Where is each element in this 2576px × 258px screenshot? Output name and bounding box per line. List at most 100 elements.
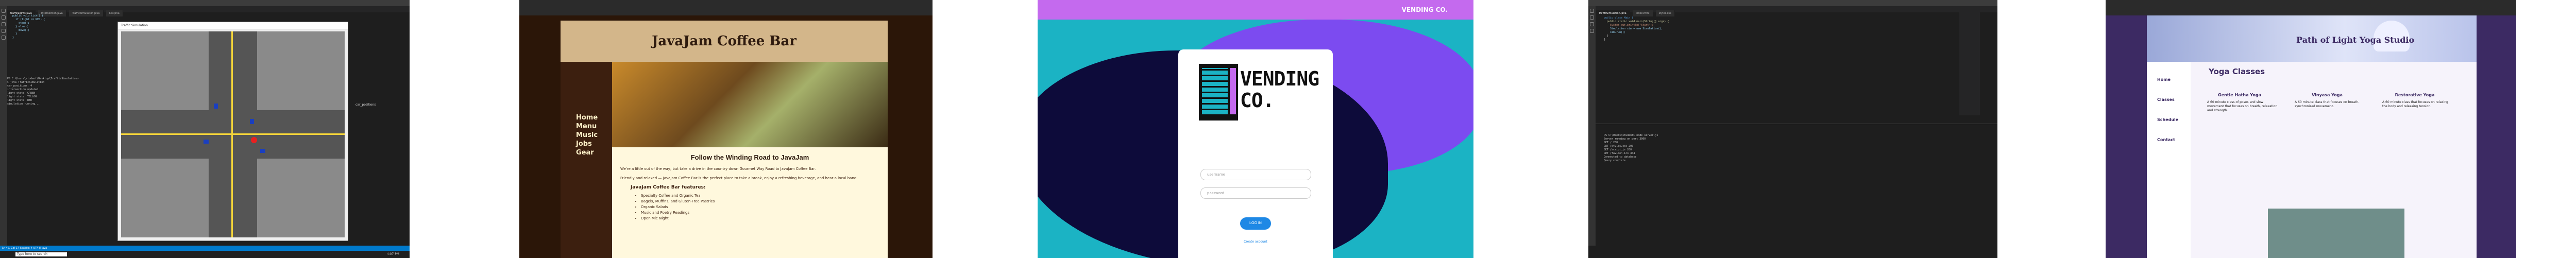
editor-tab[interactable]: index.html <box>1632 10 1653 16</box>
code-line: } <box>1604 35 1609 38</box>
intersection-canvas[interactable] <box>121 31 345 237</box>
extensions-icon[interactable] <box>2 36 6 40</box>
brand-label[interactable]: VENDING CO. <box>1402 6 1448 13</box>
class-column: Gentle Hatha Yoga A 60 minute class of p… <box>2201 93 2278 113</box>
car <box>214 104 218 109</box>
features-heading: JavaJam Coffee Bar features: <box>631 185 706 190</box>
vending-machine-logo <box>1199 64 1238 121</box>
screenshot-stage: trafficLights.java Intersection.java Tra… <box>0 0 2576 258</box>
class-name: Restorative Yoga <box>2395 93 2435 97</box>
car <box>250 119 254 124</box>
nav-link-home[interactable]: Home <box>576 113 612 122</box>
second-paragraph: Friendly and relaxed — JavaJam Coffee Ba… <box>620 176 858 180</box>
class-description: A 60 minute class that focuses on relaxi… <box>2382 100 2448 108</box>
minimap[interactable] <box>1959 12 1980 115</box>
yoga-mat-image <box>2268 209 2404 258</box>
terminal-line: GET / 200 <box>1604 141 1618 144</box>
editor-tabs: trafficLights.java Intersection.java Tra… <box>7 6 410 16</box>
logo-line: CO. <box>1240 89 1275 112</box>
site-nav: Home Classes Schedule Contact <box>2147 62 2191 258</box>
source-control-icon[interactable] <box>1590 22 1594 26</box>
extensions-icon[interactable] <box>1590 29 1594 33</box>
terminal-panel[interactable]: PS C:\Users\student\Desktop\TrafficSimul… <box>7 77 121 242</box>
browser-window-yoga: Path of Light Yoga Studio Home Classes S… <box>2106 0 2516 258</box>
signup-link[interactable]: Create account <box>1178 240 1333 244</box>
nav-link-music[interactable]: Music <box>576 131 612 140</box>
site-title: Path of Light Yoga Studio <box>2296 35 2415 45</box>
code-line: if (light == RED) { <box>9 18 45 21</box>
terminal-line: PS C:\Users\student> node server.js <box>1604 134 1658 137</box>
horizontal-center-line <box>121 133 345 135</box>
taskbar: Type here to search 4:07 PM <box>0 251 410 258</box>
vending-machine-panel <box>1230 68 1236 114</box>
class-name: Vinyasa Yoga <box>2312 93 2343 97</box>
search-icon[interactable] <box>2 15 6 20</box>
debug-icon[interactable] <box>2 29 6 33</box>
terminal-line: simulation running... <box>7 102 40 106</box>
taskbar-search[interactable]: Type here to search <box>15 252 67 256</box>
code-editor[interactable]: public class Main { public static void m… <box>1604 16 1810 42</box>
car <box>204 140 209 144</box>
terminal-line: light state: RED <box>7 99 32 102</box>
class-column: Vinyasa Yoga A 60 minute class that focu… <box>2289 93 2366 109</box>
gap <box>1997 0 2106 258</box>
code-line: public void tick() { <box>9 14 44 18</box>
nav-link-contact[interactable]: Contact <box>2157 137 2191 142</box>
vending-machine-slots <box>1202 68 1228 114</box>
main-content: Yoga Classes Gentle Hatha Yoga A 60 minu… <box>2191 62 2477 258</box>
browser-window-javajam: JavaJam Coffee Bar Home Menu Music Jobs … <box>519 0 933 258</box>
feature-item: Specialty Coffee and Organic Tea <box>641 193 879 199</box>
browser-toolbar <box>2106 0 2516 15</box>
code-editor[interactable]: public void tick() { if (light == RED) {… <box>9 14 112 40</box>
explorer-icon[interactable] <box>2 9 6 13</box>
intro-paragraph: We're a little out of the way, but take … <box>620 167 816 171</box>
terminal-line: GET /styles.css 200 <box>1604 145 1634 148</box>
nav-link-home[interactable]: Home <box>2157 77 2191 82</box>
nav-link-classes[interactable]: Classes <box>2157 97 2191 102</box>
editor-tab[interactable]: styles.css <box>1655 10 1675 16</box>
car <box>260 149 265 153</box>
source-control-icon[interactable] <box>2 22 6 26</box>
traffic-light-icon <box>251 137 257 143</box>
terminal-line: light state: YELLOW <box>7 95 37 98</box>
feature-item: Bagels, Muffins, and Gluten-Free Pastrie… <box>641 199 879 204</box>
terminal-line: intersection updated <box>7 88 39 91</box>
terminal-line: Server running on port 3000 <box>1604 137 1646 141</box>
terminal-line: > java TrafficSimulation <box>7 81 45 84</box>
vending-background: VENDING CO. username password LOG IN Cre… <box>1038 20 1473 258</box>
simulation-window[interactable]: Traffic Simulation <box>117 22 348 241</box>
password-input[interactable]: password <box>1200 187 1311 199</box>
content-heading: Follow the Winding Road to JavaJam <box>690 153 809 161</box>
hero-image <box>612 62 888 147</box>
activity-bar <box>1588 6 1596 246</box>
gap <box>1473 0 1588 258</box>
activity-bar <box>0 6 7 246</box>
logo-line: VENDING <box>1240 67 1319 90</box>
class-column: Restorative Yoga A 60 minute class that … <box>2376 93 2453 109</box>
terminal-line: PS C:\Users\student\Desktop\TrafficSimul… <box>7 77 79 80</box>
terminal-line: Query complete <box>1604 159 1626 162</box>
explorer-icon[interactable] <box>1590 9 1594 13</box>
nav-link-jobs[interactable]: Jobs <box>576 140 612 148</box>
javajam-page: JavaJam Coffee Bar Home Menu Music Jobs … <box>561 21 888 258</box>
gap <box>2516 0 2576 258</box>
code-line: public static void main(String[] args) { <box>1604 20 1669 23</box>
class-description: A 60 minute class of poses and slow move… <box>2207 100 2278 112</box>
site-nav: Home Menu Music Jobs Gear <box>561 62 612 258</box>
nav-link-gear[interactable]: Gear <box>576 148 612 157</box>
browser-toolbar <box>519 0 933 15</box>
terminal-panel[interactable]: PS C:\Users\student> node server.js Serv… <box>1604 134 1913 163</box>
search-icon[interactable] <box>1590 15 1594 20</box>
login-button[interactable]: LOG IN <box>1240 217 1271 230</box>
code-line: System.out.println("Start"); <box>1604 24 1654 27</box>
nav-link-schedule[interactable]: Schedule <box>2157 117 2191 122</box>
terminal-line: GET /favicon.ico 404 <box>1604 152 1635 155</box>
side-label: car_positions <box>355 103 376 107</box>
taskbar-clock: 4:07 PM <box>386 252 399 256</box>
nav-link-menu[interactable]: Menu <box>576 122 612 131</box>
editor-tab[interactable]: TrafficSimulation.java <box>1596 10 1630 16</box>
header-banner: Path of Light Yoga Studio <box>2147 15 2477 62</box>
gap <box>933 0 1038 258</box>
username-input[interactable]: username <box>1200 169 1311 180</box>
code-line: } else { <box>9 25 28 28</box>
